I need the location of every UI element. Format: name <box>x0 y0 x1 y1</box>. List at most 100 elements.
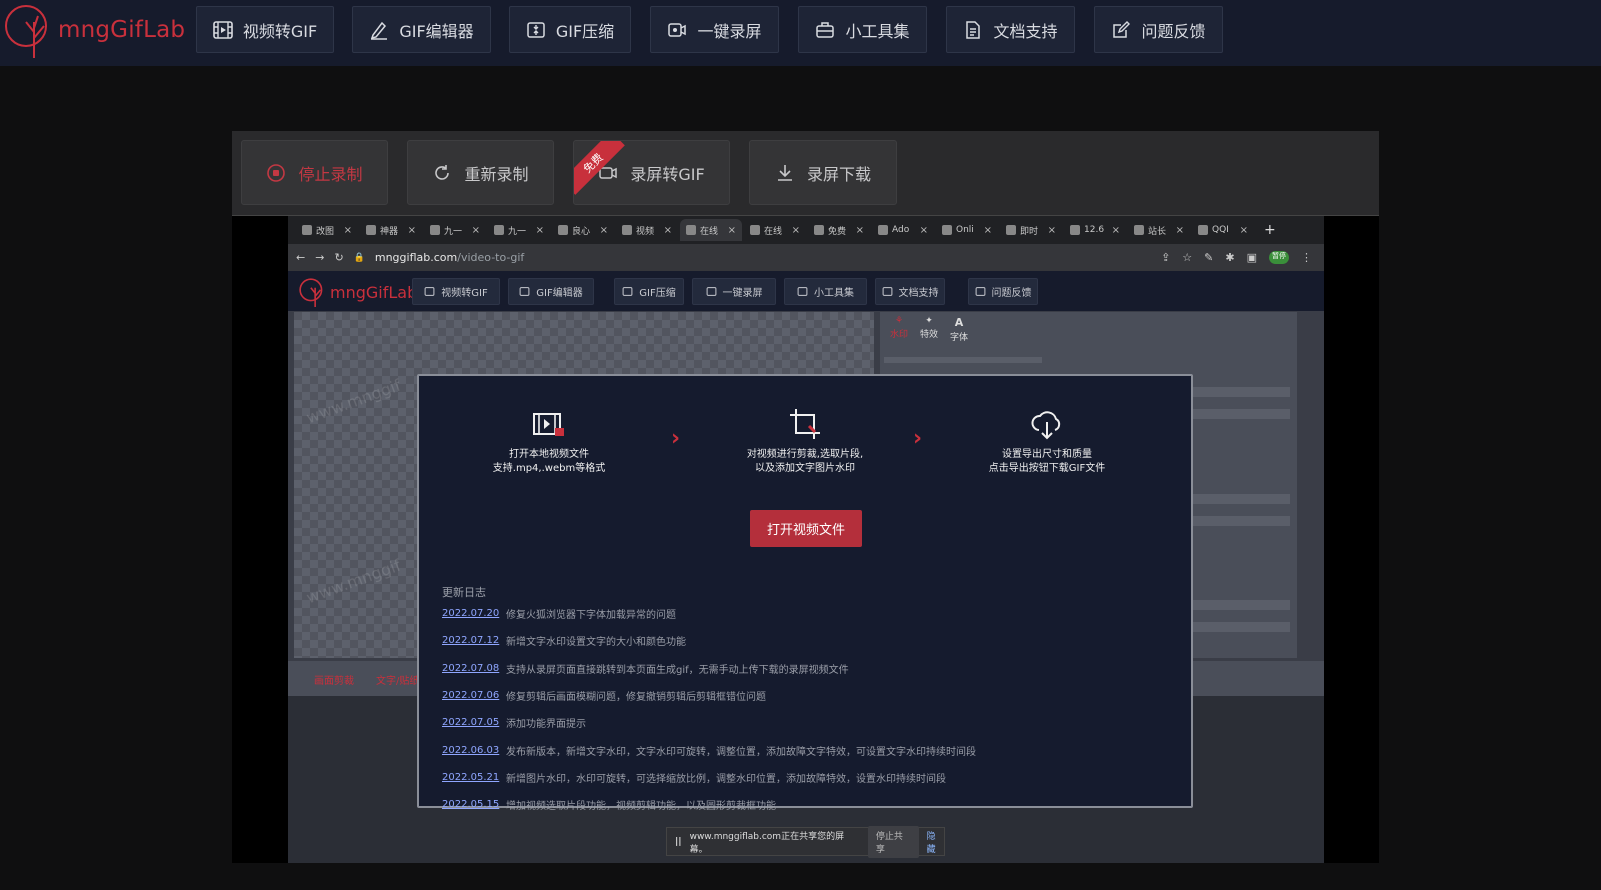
record-to-gif-button[interactable]: 免费 录屏转GIF <box>573 140 730 205</box>
nav-toolbox[interactable]: 小工具集 <box>798 6 927 53</box>
tab-watermark[interactable]: ⚘ 水印 <box>890 316 908 343</box>
browser-tab[interactable]: 在线 × <box>680 219 742 241</box>
browser-tab[interactable]: 九一 × <box>488 219 550 241</box>
logo[interactable]: mngGifLab <box>4 2 185 58</box>
tab-crop[interactable]: 画面剪裁 <box>314 672 354 687</box>
changelog-text: 修复剪辑后画面模糊问题，修复撤销剪辑后剪辑框错位问题 <box>506 692 766 704</box>
compress-icon <box>527 21 545 38</box>
star-icon[interactable]: ☆ <box>1182 251 1192 264</box>
tab-effects[interactable]: ✦ 特效 <box>920 316 938 343</box>
browser-tab[interactable]: 12.6 × <box>1064 219 1126 241</box>
tab-close-icon[interactable]: × <box>472 225 480 236</box>
browser-tab[interactable]: 在线 × <box>744 219 806 241</box>
browser-tab[interactable]: 免费 × <box>808 219 870 241</box>
forward-icon[interactable]: → <box>315 251 324 264</box>
changelog-date-link[interactable]: 2022.07.06 <box>442 690 499 701</box>
menu-icon[interactable]: ⋮ <box>1301 251 1312 264</box>
tab-close-icon[interactable]: × <box>920 225 928 236</box>
extension-icon[interactable]: ✎ <box>1204 251 1213 264</box>
placeholder-bar <box>1180 494 1290 504</box>
browser-tab[interactable]: Onli × <box>936 219 998 241</box>
changelog-text: 添加功能界面提示 <box>506 719 586 731</box>
tab-close-icon[interactable]: × <box>856 225 864 236</box>
nav-video-to-gif[interactable]: 视频转GIF <box>196 6 334 53</box>
inner-logo[interactable]: mngGifLab <box>298 277 417 307</box>
browser-tab[interactable]: 即时 × <box>1000 219 1062 241</box>
watermark-text: www.mnggif <box>303 555 404 608</box>
tab-favicon-icon <box>494 225 504 235</box>
tab-close-icon[interactable]: × <box>1112 225 1120 236</box>
browser-tab[interactable]: 神器 × <box>360 219 422 241</box>
sidebar-icon[interactable]: ▣ <box>1247 251 1257 264</box>
download-recording-button[interactable]: 录屏下载 <box>749 140 897 205</box>
changelog-date-link[interactable]: 2022.07.08 <box>442 663 499 674</box>
new-tab-icon[interactable]: + <box>1256 222 1284 238</box>
inner-nav-button[interactable]: GIF压缩 <box>614 278 684 305</box>
tab-close-icon[interactable]: × <box>664 225 672 236</box>
nav-screen-record[interactable]: 一键录屏 <box>650 6 779 53</box>
toolbox-icon <box>797 287 808 296</box>
tab-font[interactable]: A 字体 <box>950 316 968 343</box>
tab-close-icon[interactable]: × <box>792 225 800 236</box>
nav-gif-editor[interactable]: GIF编辑器 <box>352 6 491 53</box>
stop-sharing-button[interactable]: 停止共享 <box>867 825 919 858</box>
tab-favicon-icon <box>430 225 440 235</box>
tab-close-icon[interactable]: × <box>1240 225 1248 236</box>
address-bar[interactable]: ← → ↻ 🔒 mnggiflab.com/video-to-gif ⇪ ☆ ✎… <box>288 244 1324 271</box>
inner-nav-button[interactable]: 问题反馈 <box>968 278 1038 305</box>
browser-tab[interactable]: 九一 × <box>424 219 486 241</box>
tab-close-icon[interactable]: × <box>984 225 992 236</box>
puzzle-icon[interactable]: ✱ <box>1225 251 1234 264</box>
reload-icon[interactable]: ↻ <box>334 251 343 264</box>
inner-nav-button[interactable]: 文档支持 <box>875 278 945 305</box>
back-icon[interactable]: ← <box>296 251 305 264</box>
browser-tab[interactable]: 站长 × <box>1128 219 1190 241</box>
changelog-text: 增加视频选取片段功能，视频剪辑功能，以及圆形剪裁框功能 <box>506 801 776 813</box>
tab-close-icon[interactable]: × <box>1176 225 1184 236</box>
tab-close-icon[interactable]: × <box>1048 225 1056 236</box>
share-icon[interactable]: ⇪ <box>1161 251 1170 264</box>
url-text[interactable]: mnggiflab.com/video-to-gif <box>375 251 524 264</box>
tab-label: 12.6 <box>1084 225 1105 235</box>
share-text: www.mnggiflab.com正在共享您的屏幕。 <box>689 831 845 855</box>
pen-icon <box>371 21 388 40</box>
changelog-date-link[interactable]: 2022.07.12 <box>442 635 499 646</box>
hide-share-button[interactable]: 隐藏 <box>927 829 944 855</box>
tab-text-sticker[interactable]: 文字/贴纸 <box>376 672 419 687</box>
browser-tab[interactable]: 改图 × <box>296 219 358 241</box>
watermark-tab-icon: ⚘ <box>894 316 904 326</box>
tab-close-icon[interactable]: × <box>600 225 608 236</box>
nav-gif-compress[interactable]: GIF压缩 <box>509 6 631 53</box>
open-video-button[interactable]: 打开视频文件 <box>750 510 862 547</box>
stop-recording-label: 停止录制 <box>298 164 363 184</box>
changelog-date-link[interactable]: 2022.07.20 <box>442 608 499 619</box>
changelog-date-link[interactable]: 2022.05.15 <box>442 799 499 810</box>
tab-close-icon[interactable]: × <box>408 225 416 236</box>
browser-tab[interactable]: 视频 × <box>616 219 678 241</box>
profile-badge[interactable]: 暂停 <box>1269 251 1289 264</box>
inner-nav-button[interactable]: 视频转GIF <box>412 278 500 305</box>
changelog-date-link[interactable]: 2022.06.03 <box>442 745 499 756</box>
restart-recording-button[interactable]: 重新录制 <box>407 140 554 205</box>
stop-recording-button[interactable]: 停止录制 <box>241 140 388 205</box>
browser-tab[interactable]: QQI × <box>1192 219 1254 241</box>
nav-label: 视频转GIF <box>242 21 318 41</box>
nav-label: 文档支持 <box>993 21 1058 41</box>
browser-tab[interactable]: Ado × <box>872 219 934 241</box>
toolbox-icon <box>816 21 835 38</box>
inner-nav-button[interactable]: 一键录屏 <box>692 278 776 305</box>
nav-feedback[interactable]: 问题反馈 <box>1094 6 1223 53</box>
nav-docs[interactable]: 文档支持 <box>946 6 1075 53</box>
step2-line2: 以及添加文字图片水印 <box>755 463 855 474</box>
tab-label: QQI <box>1212 225 1229 235</box>
browser-tab[interactable]: 良心 × <box>552 219 614 241</box>
changelog-date-link[interactable]: 2022.05.21 <box>442 772 499 783</box>
changelog-row: 2022.07.12 新增文字水印设置文字的大小和颜色功能 <box>442 627 1182 654</box>
tab-close-icon[interactable]: × <box>536 225 544 236</box>
inner-nav-button[interactable]: 小工具集 <box>784 278 867 305</box>
inner-nav-button[interactable]: GIF编辑器 <box>508 278 594 305</box>
changelog-date-link[interactable]: 2022.07.05 <box>442 717 499 728</box>
tab-close-icon[interactable]: × <box>728 225 736 236</box>
tab-close-icon[interactable]: × <box>344 225 352 236</box>
tab-label: 站长 <box>1148 226 1167 237</box>
